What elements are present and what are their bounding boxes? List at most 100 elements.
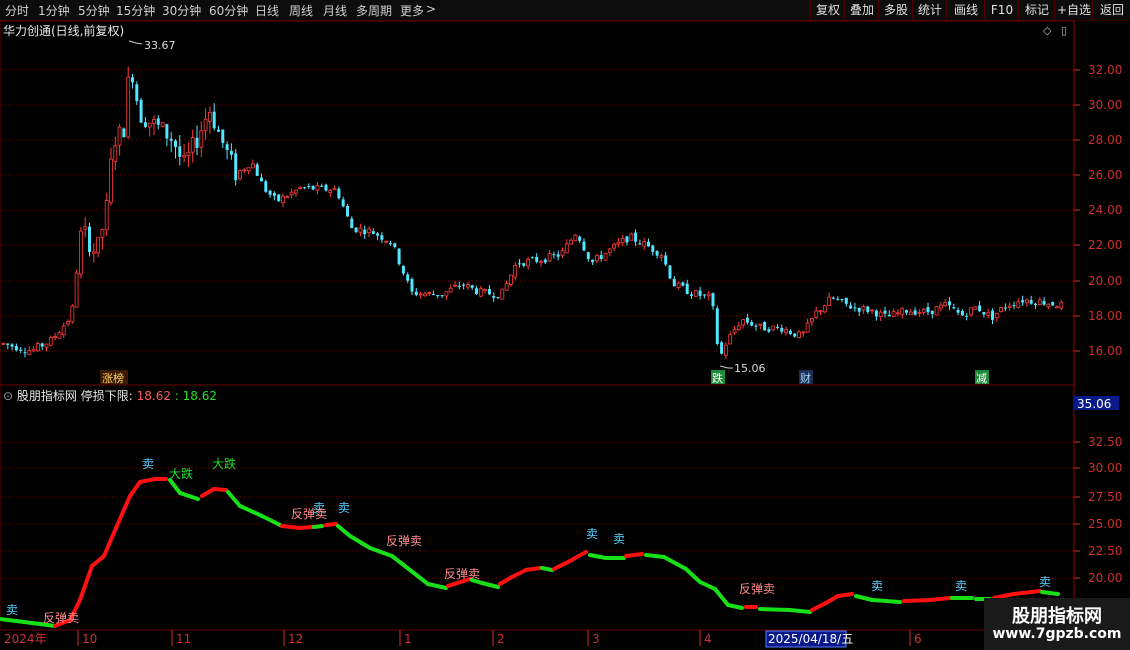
- candle-body: [61, 325, 66, 336]
- candle-body: [1, 342, 6, 345]
- candle-body: [406, 274, 410, 281]
- candle-body: [178, 146, 182, 157]
- candle-body: [513, 264, 518, 278]
- ind-label-3000: 30.00: [1088, 461, 1122, 475]
- candle-body: [706, 293, 711, 297]
- stop-loss-segment: [524, 566, 542, 572]
- candle-body: [917, 312, 922, 315]
- candle-body: [556, 254, 560, 257]
- candle-body: [978, 305, 982, 312]
- candle-body: [560, 250, 565, 256]
- candle-body: [96, 237, 100, 254]
- candle-body: [260, 177, 263, 182]
- candle-body: [465, 284, 470, 288]
- candle-body: [324, 184, 328, 191]
- candle-body: [57, 332, 62, 339]
- candle-body: [681, 282, 685, 286]
- ind-label-2250: 22.50: [1088, 544, 1122, 558]
- candle-body: [277, 194, 281, 202]
- stop-loss-segment: [1012, 589, 1042, 596]
- candle-body: [840, 299, 844, 301]
- candle-body: [264, 181, 268, 192]
- candle-body: [23, 352, 27, 354]
- candle-body: [801, 331, 806, 334]
- candle-body: [10, 344, 14, 347]
- stop-loss-segment: [226, 490, 242, 508]
- candle-body: [878, 311, 883, 318]
- stop-loss-segment: [168, 478, 182, 495]
- stop-loss-segment: [726, 603, 744, 610]
- candle-body: [27, 350, 32, 355]
- candle-body: [956, 309, 960, 313]
- candle-body: [750, 322, 754, 326]
- candle-body: [422, 293, 427, 297]
- panel-toggle-icon[interactable]: ▯: [1061, 24, 1067, 37]
- candle-body: [225, 144, 229, 150]
- candle-body: [152, 119, 156, 124]
- candle-body: [797, 331, 801, 339]
- candle-body: [522, 263, 526, 266]
- candle-body: [827, 296, 831, 306]
- candle-body: [732, 329, 737, 334]
- diamond-icon[interactable]: ◇: [1043, 24, 1052, 37]
- stop-loss-segment: [788, 608, 812, 614]
- candle-body: [139, 99, 143, 123]
- candle-body: [607, 248, 612, 254]
- candle-body: [685, 283, 689, 295]
- candle-body: [1059, 301, 1064, 309]
- candle-body: [100, 229, 105, 238]
- candle-body: [40, 343, 44, 347]
- candle-body: [642, 241, 647, 247]
- candle-body: [908, 311, 913, 316]
- candle-body: [861, 306, 866, 311]
- candle-body: [638, 243, 642, 245]
- candle-body: [603, 252, 608, 261]
- candle-body: [384, 240, 389, 243]
- candle-body: [285, 196, 290, 199]
- candle-body: [307, 185, 311, 187]
- candle-body: [212, 111, 216, 129]
- candle-body: [487, 289, 491, 295]
- candle-body: [573, 234, 578, 242]
- indicator-grid: [0, 441, 1080, 579]
- candle-body: [492, 296, 496, 298]
- time-label-1: 1: [404, 632, 412, 646]
- candle-body: [629, 233, 634, 241]
- candle-body: [169, 138, 173, 141]
- candle-body: [702, 294, 706, 296]
- candle-body: [109, 158, 113, 203]
- candle-body: [672, 278, 676, 287]
- stock-chart[interactable]: ◇ ▯ 32.00 30.00 28.00 26.00 24.00 22.00 …: [0, 0, 1130, 650]
- candle-body: [91, 251, 96, 254]
- signal-sell-9: 卖: [1039, 575, 1051, 589]
- candle-body: [1029, 300, 1033, 304]
- candle-body: [535, 256, 539, 262]
- candle-body: [190, 137, 195, 153]
- candle-body: [320, 185, 324, 187]
- stop-loss-segment: [0, 617, 42, 626]
- candle-body: [853, 307, 857, 309]
- stop-loss-segment: [280, 524, 302, 530]
- candle-body: [1021, 300, 1025, 303]
- candle-body: [905, 310, 908, 313]
- stop-loss-segment: [238, 504, 264, 518]
- time-label-11: 11: [176, 632, 191, 646]
- signal-sell-2: 卖: [142, 457, 154, 471]
- candle-body: [616, 241, 621, 245]
- signal-sell-4: 卖: [338, 501, 350, 515]
- candle-body: [676, 282, 681, 288]
- stop-loss-segment: [836, 592, 854, 598]
- candle-body: [147, 122, 152, 128]
- candle-body: [186, 151, 191, 156]
- candle-body: [1034, 303, 1037, 306]
- candle-body: [414, 291, 418, 296]
- candle-body: [586, 252, 590, 259]
- candle-body: [651, 245, 655, 252]
- candle-body: [160, 122, 165, 127]
- candle-body: [612, 243, 616, 249]
- ind-label-2750: 27.50: [1088, 490, 1122, 504]
- candle-body: [83, 226, 88, 230]
- candle-body: [203, 118, 208, 132]
- price-label-30: 30.00: [1088, 98, 1122, 112]
- candle-body: [776, 326, 779, 328]
